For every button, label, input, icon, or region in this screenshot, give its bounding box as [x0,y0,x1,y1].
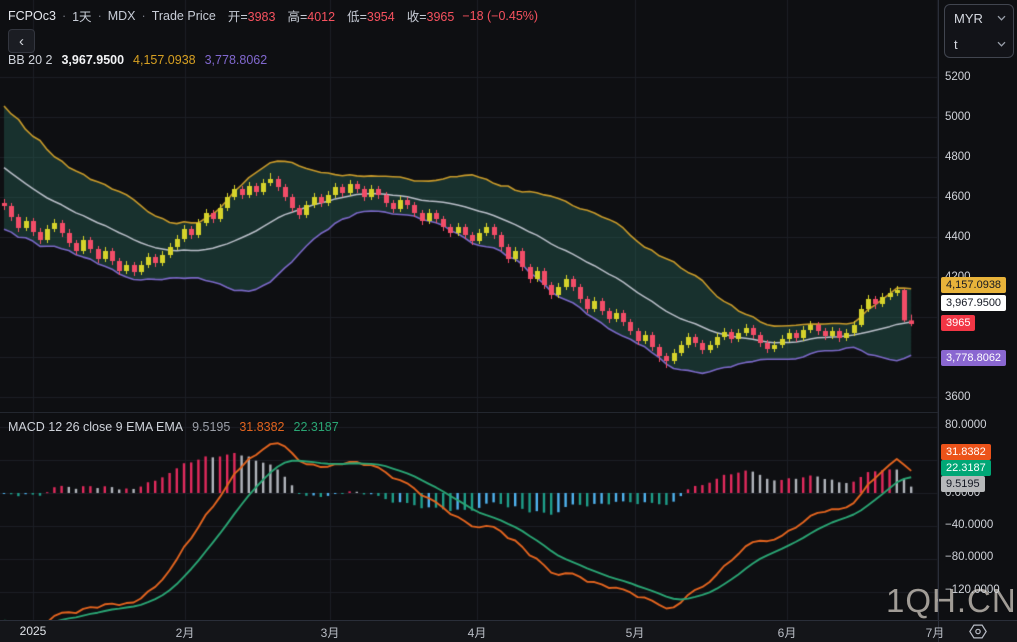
chevron-down-icon [997,15,1006,21]
time-axis-label: 5月 [626,624,645,641]
bb-upper-value: 4,157.0938 [133,53,196,67]
price-tick-label: 5200 [945,71,971,83]
macd-badge: 31.8382 [941,444,991,460]
ohlc-open: 开=3983 [228,6,276,25]
back-button[interactable]: ‹ [8,29,35,53]
separator-dot: · [98,9,102,23]
ohlc-close: 收=3965 [407,6,455,25]
chevron-down-icon [997,41,1006,47]
macd-tick-label: 80.0000 [945,419,987,431]
unit-dropdown[interactable]: t [945,31,1013,57]
macd-badge: 22.3187 [941,460,991,476]
time-axis-separator [0,620,1017,621]
bb-legend-row[interactable]: BB 20 2 3,967.9500 4,157.0938 3,778.8062 [8,53,267,67]
macd-line-value: 31.8382 [239,420,284,434]
separator-dot: · [62,9,66,23]
hexagon-eye-icon [968,623,988,640]
macd-tick-label: −120.0000 [945,584,1000,596]
macd-legend-row[interactable]: MACD 12 26 close 9 EMA EMA 9.5195 31.838… [8,420,339,434]
macd-tick-label: −80.0000 [945,551,993,563]
macd-tick-label: −40.0000 [945,519,993,531]
price-badge: 3965 [941,315,975,331]
price-axis-separator [938,0,939,642]
macd-title: MACD 12 26 close 9 EMA EMA [8,420,183,434]
symbol-legend-row: FCPOc3 · 1天 · MDX · Trade Price 开=3983 高… [8,6,538,25]
bb-lower-value: 3,778.8062 [205,53,268,67]
price-tick-label: 4400 [945,231,971,243]
exchange-label[interactable]: MDX [108,9,136,23]
chart-canvas[interactable] [0,0,1017,642]
hexagon-eye-button[interactable] [938,620,1017,642]
unit-selector: MYR t [944,4,1014,58]
unit-value: t [954,37,958,52]
price-badge: 3,778.8062 [941,350,1006,366]
price-tick-label: 3600 [945,391,971,403]
ohlc-low: 低=3954 [347,6,395,25]
separator-dot: · [142,9,146,23]
macd-signal-value: 22.3187 [294,420,339,434]
time-axis-label: 2025 [20,624,47,638]
symbol-name[interactable]: FCPOc3 [8,9,56,23]
time-axis-label: 6月 [778,624,797,641]
price-tick-label: 4800 [945,151,971,163]
back-chevron-icon: ‹ [19,34,24,49]
bb-title: BB 20 2 [8,53,52,67]
time-axis-label: 3月 [321,624,340,641]
time-axis-label: 4月 [468,624,487,641]
chart-app: 1QH.CN FCPOc3 · 1天 · MDX · Trade Price 开… [0,0,1017,642]
price-tick-label: 5000 [945,111,971,123]
currency-dropdown[interactable]: MYR [945,5,1013,31]
change-value: −18 (−0.45%) [462,9,538,23]
interval-label[interactable]: 1天 [72,6,91,25]
price-badge: 4,157.0938 [941,277,1006,293]
ohlc-high: 高=4012 [287,6,335,25]
pane-divider[interactable] [0,412,938,413]
macd-badge: 9.5195 [941,476,985,492]
price-tick-label: 4600 [945,191,971,203]
bb-basis-value: 3,967.9500 [61,53,124,67]
price-badge: 3,967.9500 [941,295,1006,311]
currency-value: MYR [954,11,983,26]
macd-hist-value: 9.5195 [192,420,230,434]
price-type-label: Trade Price [152,9,216,23]
time-axis-label: 2月 [176,624,195,641]
